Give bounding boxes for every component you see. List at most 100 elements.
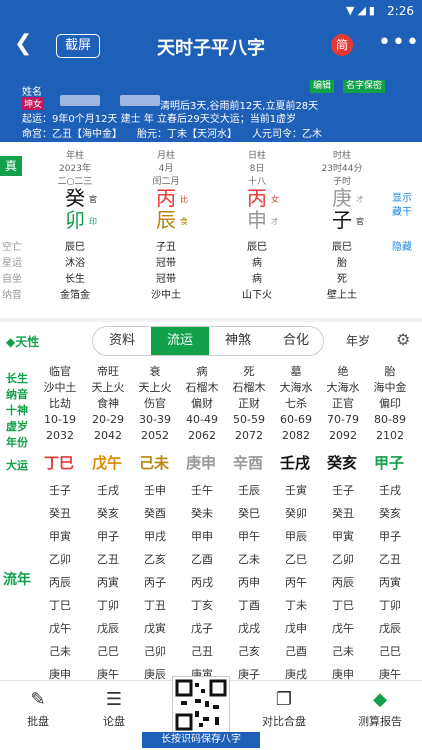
liunian-cell[interactable]: 甲辰 bbox=[272, 528, 320, 544]
liunian-cell[interactable]: 甲申 bbox=[178, 528, 226, 544]
pillar-zhi[interactable]: 申才 bbox=[227, 209, 287, 231]
simplified-toggle-button[interactable]: 简 bbox=[331, 34, 353, 56]
liunian-cell[interactable]: 己未 bbox=[319, 643, 367, 659]
liunian-cell[interactable]: 甲戌 bbox=[131, 528, 179, 544]
dayun-pillar[interactable]: 甲子 bbox=[374, 452, 404, 473]
dayun-pillar[interactable]: 戊午 bbox=[92, 452, 122, 473]
pillar-gan[interactable]: 庚才 bbox=[312, 187, 372, 209]
liunian-cell[interactable]: 己酉 bbox=[272, 643, 320, 659]
liunian-cell[interactable]: 乙丑 bbox=[84, 551, 132, 567]
liunian-cell[interactable]: 丁巳 bbox=[36, 597, 84, 613]
dayun-pillar[interactable]: 己未 bbox=[139, 452, 169, 473]
liunian-cell[interactable]: 丙申 bbox=[225, 574, 273, 590]
dayun-column[interactable]: 病石榴木 偏财 40-49 2062 bbox=[178, 364, 226, 444]
liunian-cell[interactable]: 乙亥 bbox=[131, 551, 179, 567]
nianshui-toggle[interactable]: 年岁 bbox=[346, 332, 370, 349]
liunian-cell[interactable]: 癸未 bbox=[178, 505, 226, 521]
dayun-pillar[interactable]: 辛酉 bbox=[233, 452, 263, 473]
dayun-pillar[interactable]: 丁巳 bbox=[44, 452, 74, 473]
dayun-pillar[interactable]: 庚申 bbox=[186, 452, 216, 473]
liunian-cell[interactable]: 癸丑 bbox=[36, 505, 84, 521]
liunian-cell[interactable]: 己未 bbox=[36, 643, 84, 659]
liunian-cell[interactable]: 戊午 bbox=[319, 620, 367, 636]
dayun-column[interactable]: 帝旺 天上火 食神 20-29 2042 bbox=[84, 364, 132, 444]
liunian-cell[interactable]: 丁亥 bbox=[178, 597, 226, 613]
liunian-cell[interactable]: 己巳 bbox=[366, 643, 414, 659]
liunian-cell[interactable]: 乙卯 bbox=[36, 551, 84, 567]
dayun-column[interactable]: 绝大海水 正官 70-79 2092 bbox=[319, 364, 367, 444]
liunian-cell[interactable]: 乙酉 bbox=[178, 551, 226, 567]
edit-button[interactable]: 编辑 bbox=[310, 80, 335, 93]
pillar-gan[interactable]: 癸官 bbox=[45, 187, 105, 209]
liunian-cell[interactable]: 丙寅 bbox=[366, 574, 414, 590]
liunian-cell[interactable]: 戊辰 bbox=[366, 620, 414, 636]
bottom-nav-item[interactable]: ❐ 对比合盘 bbox=[254, 689, 314, 729]
pillar-zhi[interactable]: 卯印 bbox=[45, 209, 105, 231]
pillar-gan[interactable]: 丙女 bbox=[227, 187, 287, 209]
dayun-column[interactable]: 墓大海水 七杀 60-69 2082 bbox=[272, 364, 320, 444]
dayun-column[interactable]: 胎海中金 偏印 80-89 2102 bbox=[366, 364, 414, 444]
true-solar-badge[interactable]: 真 bbox=[0, 156, 22, 176]
liunian-cell[interactable]: 丙子 bbox=[131, 574, 179, 590]
liunian-cell[interactable]: 壬午 bbox=[178, 482, 226, 498]
more-icon[interactable]: ••• bbox=[378, 30, 420, 55]
bottom-nav-item[interactable]: ☰ 论盘 bbox=[84, 689, 144, 729]
liunian-cell[interactable]: 己巳 bbox=[84, 643, 132, 659]
liunian-cell[interactable]: 乙丑 bbox=[366, 551, 414, 567]
liunian-cell[interactable]: 己丑 bbox=[178, 643, 226, 659]
liunian-cell[interactable]: 癸卯 bbox=[272, 505, 320, 521]
liunian-cell[interactable]: 戊寅 bbox=[131, 620, 179, 636]
bottom-nav-item[interactable]: ◆ 测算报告 bbox=[350, 689, 410, 729]
liunian-cell[interactable]: 丙寅 bbox=[84, 574, 132, 590]
liunian-cell[interactable]: 壬寅 bbox=[272, 482, 320, 498]
liunian-cell[interactable]: 己亥 bbox=[225, 643, 273, 659]
liunian-cell[interactable]: 壬戌 bbox=[84, 482, 132, 498]
liunian-cell[interactable]: 壬子 bbox=[36, 482, 84, 498]
liunian-cell[interactable]: 丙午 bbox=[272, 574, 320, 590]
liunian-cell[interactable]: 壬辰 bbox=[225, 482, 273, 498]
liunian-cell[interactable]: 戊戌 bbox=[225, 620, 273, 636]
liunian-cell[interactable]: 丙辰 bbox=[36, 574, 84, 590]
pillar-zhi[interactable]: 辰食 bbox=[136, 209, 196, 231]
dayun-column[interactable]: 死石榴木 正财 50-59 2072 bbox=[225, 364, 273, 444]
liunian-cell[interactable]: 壬申 bbox=[131, 482, 179, 498]
liunian-cell[interactable]: 丁酉 bbox=[225, 597, 273, 613]
liunian-cell[interactable]: 戊午 bbox=[36, 620, 84, 636]
liunian-cell[interactable]: 壬子 bbox=[319, 482, 367, 498]
dayun-pillar[interactable]: 癸亥 bbox=[327, 452, 357, 473]
liunian-cell[interactable]: 丁卯 bbox=[366, 597, 414, 613]
liunian-cell[interactable]: 壬戌 bbox=[366, 482, 414, 498]
liunian-cell[interactable]: 丁卯 bbox=[84, 597, 132, 613]
gear-icon[interactable]: ⚙ bbox=[396, 330, 410, 349]
liunian-cell[interactable]: 戊申 bbox=[272, 620, 320, 636]
hide-link[interactable]: 隐藏 bbox=[392, 238, 412, 253]
liunian-cell[interactable]: 丙辰 bbox=[319, 574, 367, 590]
bottom-nav-item[interactable]: ✎ 批盘 bbox=[8, 689, 68, 729]
name-privacy-button[interactable]: 名字保密 bbox=[343, 80, 386, 93]
dayun-column[interactable]: 衰天上火 伤官 30-39 2052 bbox=[131, 364, 179, 444]
liunian-cell[interactable]: 癸巳 bbox=[225, 505, 273, 521]
liunian-cell[interactable]: 丁未 bbox=[272, 597, 320, 613]
pillar-zhi[interactable]: 子官 bbox=[312, 209, 372, 231]
liunian-cell[interactable]: 戊子 bbox=[178, 620, 226, 636]
pillar-gan[interactable]: 丙比 bbox=[136, 187, 196, 209]
liunian-cell[interactable]: 丁丑 bbox=[131, 597, 179, 613]
tab-0[interactable]: 资料 bbox=[93, 327, 151, 355]
tab-1[interactable]: 流运 bbox=[151, 327, 209, 355]
show-canggan-link[interactable]: 显示藏干 bbox=[392, 192, 420, 220]
liunian-cell[interactable]: 丙戌 bbox=[178, 574, 226, 590]
liunian-cell[interactable]: 丁巳 bbox=[319, 597, 367, 613]
liunian-cell[interactable]: 甲子 bbox=[84, 528, 132, 544]
liunian-cell[interactable]: 癸亥 bbox=[84, 505, 132, 521]
dayun-column[interactable]: 临官 沙中土 比劫 10-19 2032 bbox=[36, 364, 84, 444]
liunian-cell[interactable]: 癸丑 bbox=[319, 505, 367, 521]
liunian-cell[interactable]: 乙未 bbox=[225, 551, 273, 567]
qr-code[interactable] bbox=[172, 676, 230, 734]
liunian-cell[interactable]: 甲午 bbox=[225, 528, 273, 544]
tab-3[interactable]: 合化 bbox=[267, 327, 323, 355]
liunian-cell[interactable]: 甲寅 bbox=[36, 528, 84, 544]
tianxing-link[interactable]: ◆天性 bbox=[6, 333, 39, 350]
liunian-cell[interactable]: 乙巳 bbox=[272, 551, 320, 567]
liunian-cell[interactable]: 乙卯 bbox=[319, 551, 367, 567]
tab-2[interactable]: 神煞 bbox=[209, 327, 267, 355]
